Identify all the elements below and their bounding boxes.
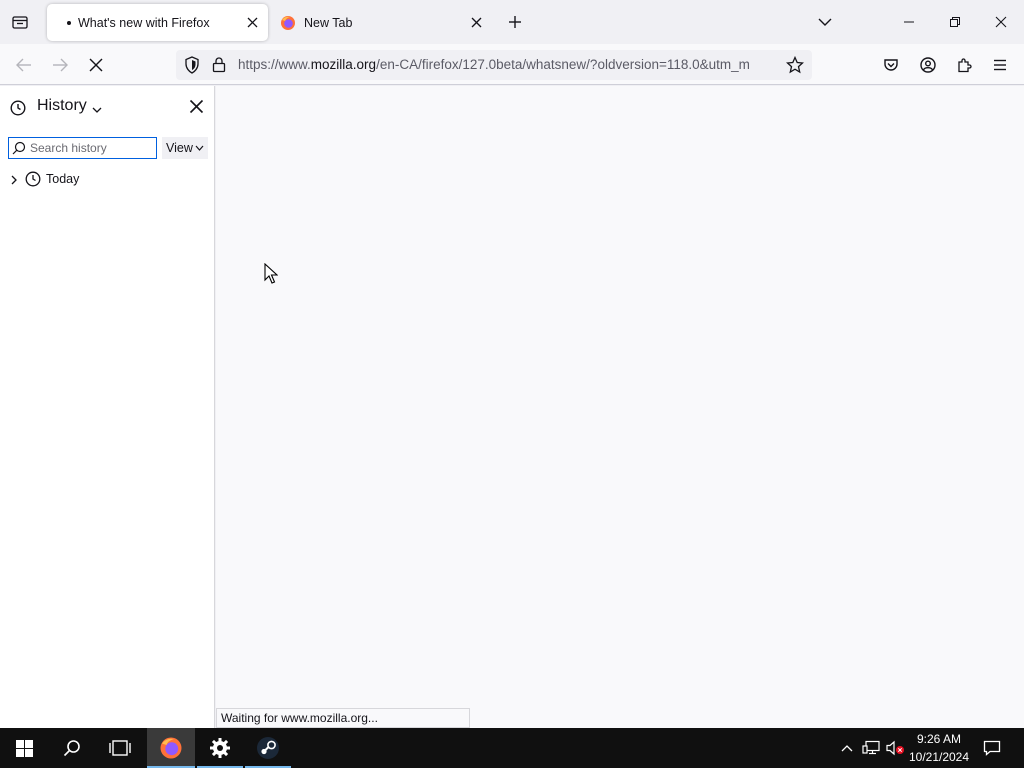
close-icon <box>995 16 1007 28</box>
task-view-icon <box>109 740 131 756</box>
stop-button[interactable] <box>82 51 110 79</box>
pocket-button[interactable] <box>877 51 905 79</box>
arrow-left-icon <box>16 58 31 72</box>
clock-icon <box>10 100 26 116</box>
navigation-toolbar: https://www.mozilla.org/en-CA/firefox/12… <box>0 44 1024 85</box>
clock-date: 10/21/2024 <box>908 750 970 764</box>
history-search-input[interactable] <box>30 140 154 156</box>
list-all-tabs-button[interactable] <box>6 9 34 35</box>
lock-icon[interactable] <box>212 56 226 76</box>
url-path: /en-CA/firefox/127.0beta/whatsnew/?oldve… <box>376 57 750 72</box>
restore-button[interactable] <box>932 0 978 44</box>
close-icon <box>247 17 257 27</box>
speaker-muted-icon <box>886 740 904 756</box>
bookmark-star-button[interactable] <box>785 55 805 77</box>
tab-whats-new[interactable]: What's new with Firefox <box>47 4 268 41</box>
task-view-button[interactable] <box>96 728 144 768</box>
url-prefix: https://www. <box>238 57 311 72</box>
gear-icon <box>210 738 230 758</box>
account-button[interactable] <box>914 51 942 79</box>
back-button[interactable] <box>10 51 38 79</box>
history-search-field[interactable] <box>8 137 157 159</box>
tab-strip: What's new with Firefox New Tab <box>0 0 1024 44</box>
search-icon <box>63 740 80 757</box>
show-hidden-icons-button[interactable] <box>838 728 856 768</box>
stop-icon <box>89 58 103 72</box>
close-window-button[interactable] <box>978 0 1024 44</box>
close-icon <box>189 99 204 114</box>
tab-title: What's new with Firefox <box>78 15 210 30</box>
chevron-down-icon <box>92 103 102 117</box>
chevron-down-icon <box>195 145 204 151</box>
arrow-right-icon <box>53 58 68 72</box>
url-domain: mozilla.org <box>310 57 377 72</box>
firefox-logo-icon <box>160 737 182 759</box>
puzzle-icon <box>958 58 972 73</box>
taskbar-steam[interactable] <box>245 728 291 768</box>
history-sidebar: History View Today <box>0 86 215 728</box>
start-button[interactable] <box>0 728 48 768</box>
tab-list-dropdown-button[interactable] <box>812 9 838 35</box>
history-group-today[interactable]: Today <box>0 170 215 190</box>
tab-title: New Tab <box>304 15 353 30</box>
tab-new-tab[interactable]: New Tab <box>270 4 492 41</box>
clock-icon <box>25 171 41 187</box>
windows-logo-icon <box>15 739 33 757</box>
firefox-logo-icon <box>280 15 296 31</box>
hamburger-menu-icon <box>994 59 1006 71</box>
network-status-button[interactable] <box>860 728 882 768</box>
system-clock[interactable]: 9:26 AM 10/21/2024 <box>906 730 972 766</box>
sidebar-close-button[interactable] <box>189 99 204 117</box>
chevron-up-icon <box>841 745 853 752</box>
notification-icon <box>983 740 1001 756</box>
restore-icon <box>950 17 960 27</box>
action-center-button[interactable] <box>976 728 1008 768</box>
forward-button[interactable] <box>46 51 74 79</box>
mouse-cursor-icon <box>264 263 278 284</box>
status-text: Waiting for www.mozilla.org... <box>221 711 378 725</box>
volume-button[interactable] <box>884 728 906 768</box>
minimize-icon <box>904 21 914 23</box>
history-group-label: Today <box>46 172 80 186</box>
taskbar-firefox[interactable] <box>147 728 195 768</box>
page-content[interactable] <box>216 86 1024 728</box>
tracking-protection-icon[interactable] <box>184 56 200 77</box>
close-icon <box>471 17 481 27</box>
tab-manager-icon <box>12 16 28 29</box>
tab-loading-indicator <box>67 20 71 25</box>
account-icon <box>920 57 936 73</box>
url-text[interactable]: https://www.mozilla.org/en-CA/firefox/12… <box>238 57 778 72</box>
tab-close-button[interactable] <box>468 14 484 30</box>
chevron-down-icon <box>818 18 832 26</box>
steam-logo-icon <box>257 737 279 759</box>
taskbar-settings[interactable] <box>197 728 243 768</box>
chevron-right-icon[interactable] <box>10 175 18 185</box>
sidebar-title: History <box>37 97 87 114</box>
extensions-button[interactable] <box>950 51 978 79</box>
network-icon <box>862 740 880 755</box>
status-panel: Waiting for www.mozilla.org... <box>216 708 470 728</box>
star-icon <box>785 55 805 74</box>
pocket-icon <box>884 59 898 71</box>
windows-taskbar: 9:26 AM 10/21/2024 <box>0 728 1024 768</box>
tab-close-button[interactable] <box>244 14 260 30</box>
view-menu-button[interactable]: View <box>162 137 208 159</box>
application-menu-button[interactable] <box>986 51 1014 79</box>
taskbar-search-button[interactable] <box>48 728 96 768</box>
search-icon <box>12 141 26 155</box>
address-bar[interactable]: https://www.mozilla.org/en-CA/firefox/12… <box>176 50 812 80</box>
plus-icon <box>509 16 521 28</box>
minimize-button[interactable] <box>886 0 932 44</box>
view-button-label: View <box>166 141 193 155</box>
new-tab-button[interactable] <box>502 9 528 35</box>
clock-time: 9:26 AM <box>916 732 962 746</box>
sidebar-header: History <box>0 86 215 128</box>
